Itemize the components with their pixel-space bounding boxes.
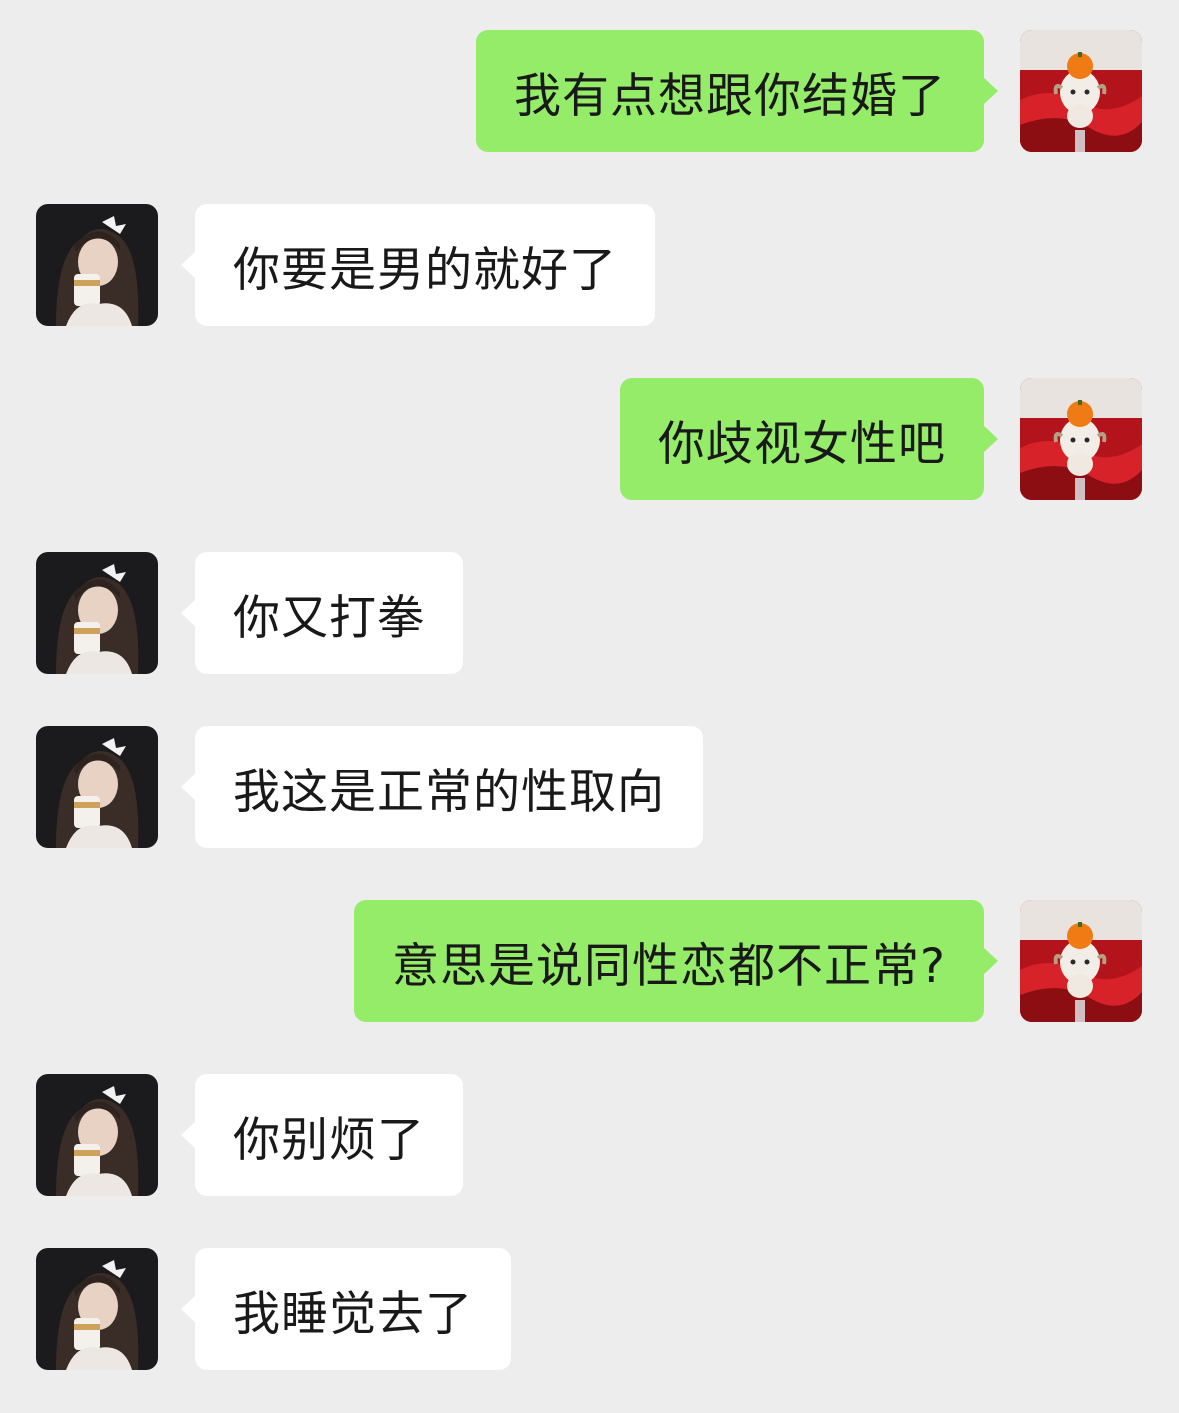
message-row-received: 你要是男的就好了 — [0, 204, 1179, 326]
message-text: 我这是正常的性取向 — [233, 764, 665, 820]
girl-photo-avatar-icon[interactable] — [36, 204, 158, 326]
sent-message-bubble[interactable]: 你歧视女性吧 — [620, 378, 998, 500]
sheep-toy-avatar-icon[interactable] — [1020, 378, 1142, 500]
message-row-sent: 意思是说同性恋都不正常? — [0, 900, 1179, 1022]
chat-conversation: 我有点想跟你结婚了 你要是男的就好了 你歧视女性吧 你又打拳 我这是正常的性取向… — [0, 0, 1179, 1413]
message-text: 你别烦了 — [233, 1112, 425, 1168]
received-message-bubble[interactable]: 你别烦了 — [181, 1074, 463, 1196]
girl-photo-avatar-icon[interactable] — [36, 1248, 158, 1370]
message-text: 你歧视女性吧 — [658, 416, 946, 472]
received-message-bubble[interactable]: 我睡觉去了 — [181, 1248, 511, 1370]
message-row-received: 我这是正常的性取向 — [0, 726, 1179, 848]
message-text: 我睡觉去了 — [233, 1286, 473, 1342]
message-text: 你又打拳 — [233, 590, 425, 646]
received-message-bubble[interactable]: 我这是正常的性取向 — [181, 726, 703, 848]
message-row-sent: 你歧视女性吧 — [0, 378, 1179, 500]
message-row-received: 你别烦了 — [0, 1074, 1179, 1196]
message-text: 你要是男的就好了 — [233, 242, 617, 298]
girl-photo-avatar-icon[interactable] — [36, 552, 158, 674]
sheep-toy-avatar-icon[interactable] — [1020, 900, 1142, 1022]
message-row-received: 我睡觉去了 — [0, 1248, 1179, 1370]
message-text: 我有点想跟你结婚了 — [514, 68, 946, 124]
girl-photo-avatar-icon[interactable] — [36, 1074, 158, 1196]
sheep-toy-avatar-icon[interactable] — [1020, 30, 1142, 152]
received-message-bubble[interactable]: 你要是男的就好了 — [181, 204, 655, 326]
sent-message-bubble[interactable]: 意思是说同性恋都不正常? — [354, 900, 998, 1022]
message-row-sent: 我有点想跟你结婚了 — [0, 30, 1179, 152]
girl-photo-avatar-icon[interactable] — [36, 726, 158, 848]
message-text: 意思是说同性恋都不正常? — [392, 938, 946, 994]
message-row-received: 你又打拳 — [0, 552, 1179, 674]
sent-message-bubble[interactable]: 我有点想跟你结婚了 — [476, 30, 998, 152]
received-message-bubble[interactable]: 你又打拳 — [181, 552, 463, 674]
